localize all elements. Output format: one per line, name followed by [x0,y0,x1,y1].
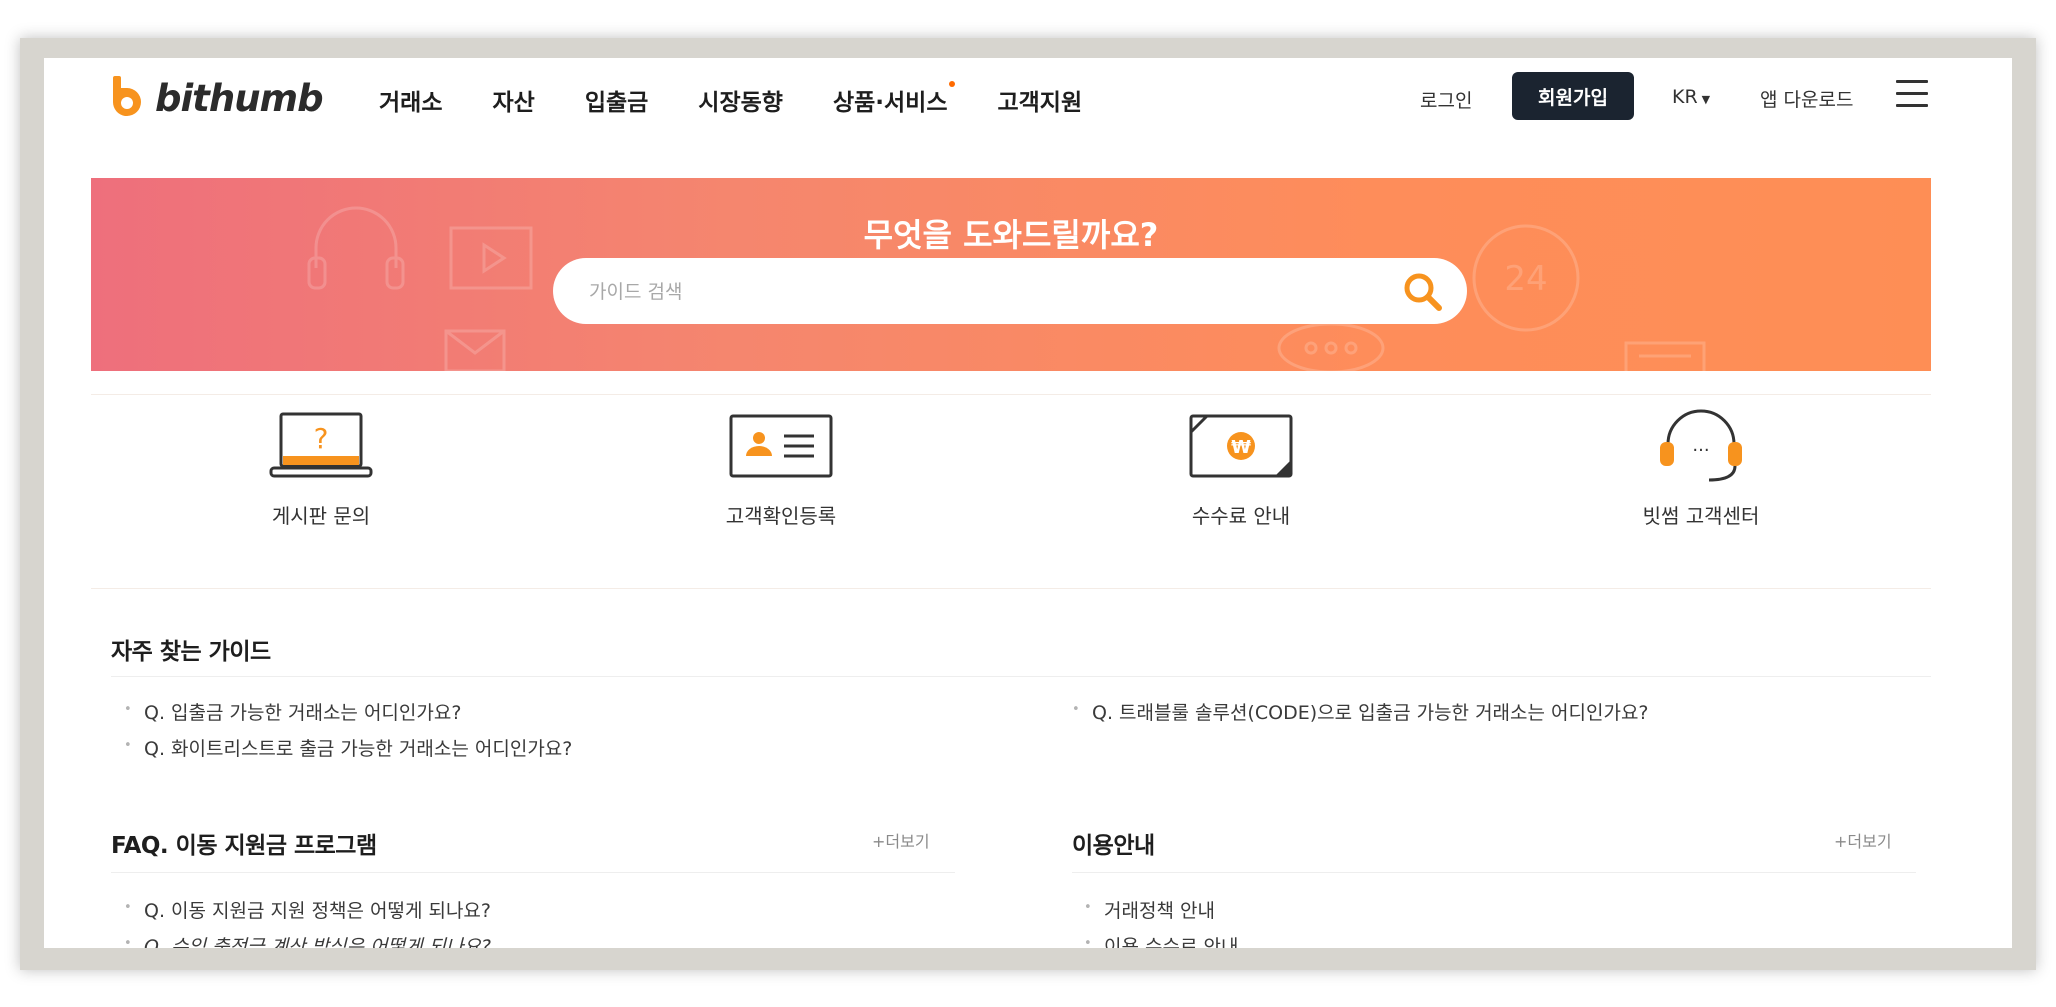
faq-more-link[interactable]: +더보기 [872,828,930,852]
guide-link[interactable]: Q. 입출금 가능한 거래소는 어디인가요? [124,698,461,725]
language-selector[interactable]: KR ▼ [1672,86,1710,108]
nav-deposit-withdraw[interactable]: 입출금 [585,83,648,117]
guide-search-input[interactable] [587,258,1371,326]
nav-support[interactable]: 고객지원 [997,83,1082,117]
laptop-question-icon: ? [269,412,373,478]
new-dot-badge [949,81,956,87]
document-bg-icon [1624,341,1706,371]
main-nav: 거래소 자산 입출금 시장동향 상품·서비스 고객지원 [379,81,1132,117]
section-divider [1072,872,1916,873]
menu-line [1896,92,1928,95]
guide-search-box [553,258,1467,326]
quick-link-label: 빗썸 고객센터 [1642,504,1760,528]
login-link[interactable]: 로그인 [1420,86,1472,113]
section-divider [111,872,955,873]
divider [91,394,1931,395]
site-header: bithumb 거래소 자산 입출금 시장동향 상품·서비스 고객지원 로그인 … [44,58,2012,138]
id-card-icon [729,414,833,478]
quick-link-label: 수수료 안내 [1191,504,1291,528]
faq-link[interactable]: Q. 수익 충전금 계산 방식은 어떻게 되나요? [124,932,491,948]
logo-wordmark: bithumb [155,76,324,120]
hamburger-menu-icon[interactable] [1896,80,1928,108]
quick-link-label: 고객확인등록 [725,504,837,528]
mail-bg-icon [444,329,506,371]
menu-line [1896,104,1928,107]
frequent-guides-title: 자주 찾는 가이드 [111,639,271,665]
quick-link-fees[interactable]: ₩ 수수료 안내 [1091,408,1391,529]
bithumb-logo[interactable]: bithumb [109,76,324,120]
won-bill-icon: ₩ [1189,414,1293,478]
quick-link-board-inquiry[interactable]: ? 게시판 문의 [171,408,471,529]
usage-link[interactable]: 거래정책 안내 [1084,896,1215,923]
svg-text:24: 24 [1504,259,1547,299]
divider [91,588,1931,589]
usage-more-link[interactable]: +더보기 [1834,828,1892,852]
language-label: KR [1672,86,1698,108]
svg-text:···: ··· [1692,440,1709,461]
bithumb-logo-icon [112,76,141,116]
window-frame: bithumb 거래소 자산 입출금 시장동향 상품·서비스 고객지원 로그인 … [20,38,2036,970]
signup-button[interactable]: 회원가입 [1512,72,1634,120]
nav-assets[interactable]: 자산 [492,83,534,117]
quick-link-label: 게시판 문의 [271,504,371,528]
faq-section-title: FAQ. 이동 지원금 프로그램 [111,833,377,859]
headset-icon: ··· [1660,409,1742,482]
section-divider [111,676,1931,677]
caret-down-icon: ▼ [1701,93,1711,106]
app-download-link[interactable]: 앱 다운로드 [1760,85,1853,112]
usage-section-title: 이용안내 [1072,833,1155,859]
nav-products-services[interactable]: 상품·서비스 [832,81,956,117]
quick-link-customer-center[interactable]: ··· 빗썸 고객센터 [1551,408,1851,529]
svg-text:?: ? [314,422,329,455]
banner-title: 무엇을 도와드릴까요? [863,216,1159,254]
page: bithumb 거래소 자산 입출금 시장동향 상품·서비스 고객지원 로그인 … [44,58,2012,948]
search-icon[interactable] [1401,270,1445,314]
menu-line [1896,80,1928,83]
nav-market-trends[interactable]: 시장동향 [698,83,783,117]
help-banner: 24 무엇을 도와드릴까요? [91,178,1931,371]
faq-link[interactable]: Q. 이동 지원금 지원 정책은 어떻게 되나요? [124,896,491,923]
svg-text:₩: ₩ [1231,437,1251,458]
nav-products-services-label: 상품·서비스 [832,90,948,116]
usage-link[interactable]: 이용 수수료 안내 [1084,932,1239,948]
quick-links: ? 게시판 문의 고객확인등록 ₩ 수수료 안내 ··· 빗썸 고객센터 [91,408,1931,548]
guide-link[interactable]: Q. 트래블룰 솔루션(CODE)으로 입출금 가능한 거래소는 어디인가요? [1072,698,1649,725]
nav-exchange[interactable]: 거래소 [379,83,442,117]
guide-link[interactable]: Q. 화이트리스트로 출금 가능한 거래소는 어디인가요? [124,734,572,761]
quick-link-kyc[interactable]: 고객확인등록 [631,408,931,529]
